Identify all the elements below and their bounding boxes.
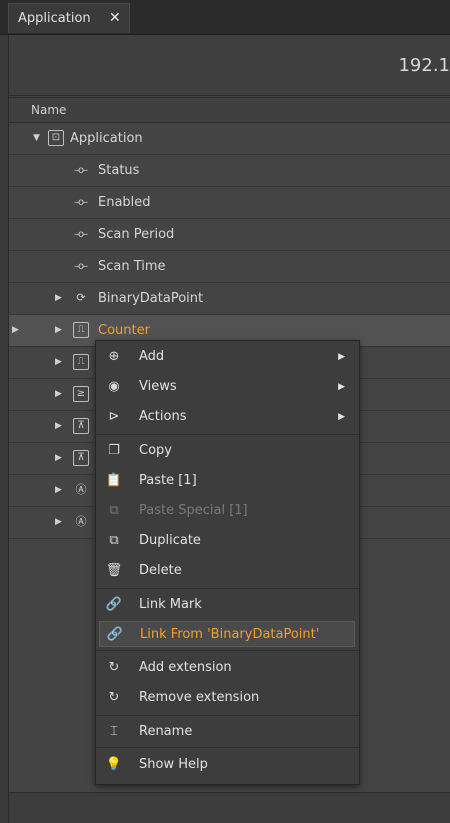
column-header-label: Name [31,103,67,117]
tree-row-status[interactable]: –o– Status [9,155,450,187]
paste-icon: 📋 [105,473,123,488]
comparator-icon: ≥ [73,386,89,402]
status-bar [9,792,450,823]
tree-label: Scan Time [98,259,166,274]
application-icon: ⊡ [48,130,64,146]
row-selected-indicator-icon: ▶ [12,325,19,335]
tab-application[interactable]: Application ✕ [8,3,130,33]
add-icon: ⊕ [108,349,120,364]
tree-row-binarydatapoint[interactable]: ▶ ⟳ BinaryDataPoint [9,283,450,315]
menu-label: Rename [139,724,193,739]
close-icon[interactable]: ✕ [109,10,121,26]
menu-label: Paste Special [1] [139,503,248,518]
menu-label: Link Mark [139,597,202,612]
menu-separator [96,588,359,589]
device-ip: 192.1 [398,55,450,76]
tree-row-scan-period[interactable]: –o– Scan Period [9,219,450,251]
menu-item-rename[interactable]: ⌶ Rename [96,719,359,745]
menu-label: Add extension [139,660,232,675]
menu-label: Show Help [139,757,208,772]
menu-item-delete[interactable]: 🗑 Delete [96,558,359,584]
context-menu: ⊕ Add ▶ ◉ Views ▶ ⊳ Actions ▶ ❐ Copy 📋 P… [95,340,360,785]
menu-item-paste-special: ⧉ Paste Special [1] [96,498,359,524]
tree-row-enabled[interactable]: –o– Enabled [9,187,450,219]
analog-datapoint-icon: Ⓐ [75,483,87,496]
tree-row-application[interactable]: ▼ ⊡ Application [9,123,450,155]
menu-separator [96,650,359,651]
collapsed-arrow-icon[interactable]: ▶ [55,315,62,346]
limit-icon: ⊼ [73,418,89,434]
menu-label: Copy [139,443,172,458]
property-icon: –o– [74,229,88,240]
collapsed-arrow-icon[interactable]: ▶ [55,379,62,410]
collapsed-arrow-icon[interactable]: ▶ [55,475,62,506]
menu-label: Actions [139,409,187,424]
analog-datapoint-icon: Ⓐ [75,515,87,528]
collapsed-arrow-icon[interactable]: ▶ [55,443,62,474]
tree-label: Enabled [98,195,151,210]
link-icon: 🔗 [106,627,124,642]
link-icon: 🔗 [105,597,123,612]
tree-label: BinaryDataPoint [98,291,204,306]
tree-label: Application [70,131,143,146]
menu-item-paste[interactable]: 📋 Paste [1] [96,468,359,494]
collapsed-arrow-icon[interactable]: ▶ [55,507,62,538]
submenu-arrow-icon: ▶ [338,352,345,362]
collapsed-arrow-icon[interactable]: ▶ [55,283,62,314]
binary-datapoint-icon: ⟳ [76,291,86,304]
menu-label: Views [139,379,177,394]
duplicate-icon: ⧉ [109,533,119,548]
menu-item-duplicate[interactable]: ⧉ Duplicate [96,528,359,554]
tab-bar: Application ✕ [0,0,450,35]
menu-item-remove-extension[interactable]: ↻ Remove extension [96,685,359,711]
menu-label: Duplicate [139,533,201,548]
menu-label: Link From 'BinaryDataPoint' [140,627,320,642]
extension-icon: ↻ [108,660,120,675]
property-icon: –o– [74,261,88,272]
submenu-arrow-icon: ▶ [338,382,345,392]
tree-label: Scan Period [98,227,175,242]
copy-icon: ❐ [108,443,120,458]
property-icon: –o– [74,165,88,176]
menu-separator [96,747,359,748]
menu-item-show-help[interactable]: 💡 Show Help [96,752,359,778]
menu-separator [96,434,359,435]
menu-item-link-mark[interactable]: 🔗 Link Mark [96,592,359,618]
menu-item-add[interactable]: ⊕ Add ▶ [96,344,359,370]
menu-label: Paste [1] [139,473,197,488]
play-icon: ⊳ [108,409,120,424]
property-icon: –o– [74,197,88,208]
trash-icon: 🗑 [105,563,123,578]
menu-item-views[interactable]: ◉ Views ▶ [96,374,359,400]
rename-icon: ⌶ [110,724,118,739]
tree-label: Status [98,163,140,178]
tree-row-scan-time[interactable]: –o– Scan Time [9,251,450,283]
paste-special-icon: ⧉ [109,503,119,518]
limit-icon: ⊼ [73,450,89,466]
counter-icon: ⎍ [73,354,89,370]
menu-item-link-from[interactable]: 🔗 Link From 'BinaryDataPoint' [99,621,355,647]
lightbulb-icon: 💡 [105,757,123,772]
tab-label: Application [18,11,91,26]
menu-item-copy[interactable]: ❐ Copy [96,438,359,464]
counter-icon: ⎍ [73,322,89,338]
menu-label: Remove extension [139,690,260,705]
menu-separator [96,715,359,716]
collapsed-arrow-icon[interactable]: ▶ [55,411,62,442]
menu-item-add-extension[interactable]: ↻ Add extension [96,655,359,681]
submenu-arrow-icon: ▶ [338,412,345,422]
extension-icon: ↻ [108,690,120,705]
collapsed-arrow-icon[interactable]: ▶ [55,347,62,378]
column-header-name[interactable]: Name [9,97,450,123]
eye-icon: ◉ [108,379,120,394]
menu-item-actions[interactable]: ⊳ Actions ▶ [96,404,359,430]
expanded-arrow-icon[interactable]: ▼ [33,123,40,154]
menu-label: Add [139,349,165,364]
device-header: 192.1 [9,35,450,96]
menu-label: Delete [139,563,182,578]
